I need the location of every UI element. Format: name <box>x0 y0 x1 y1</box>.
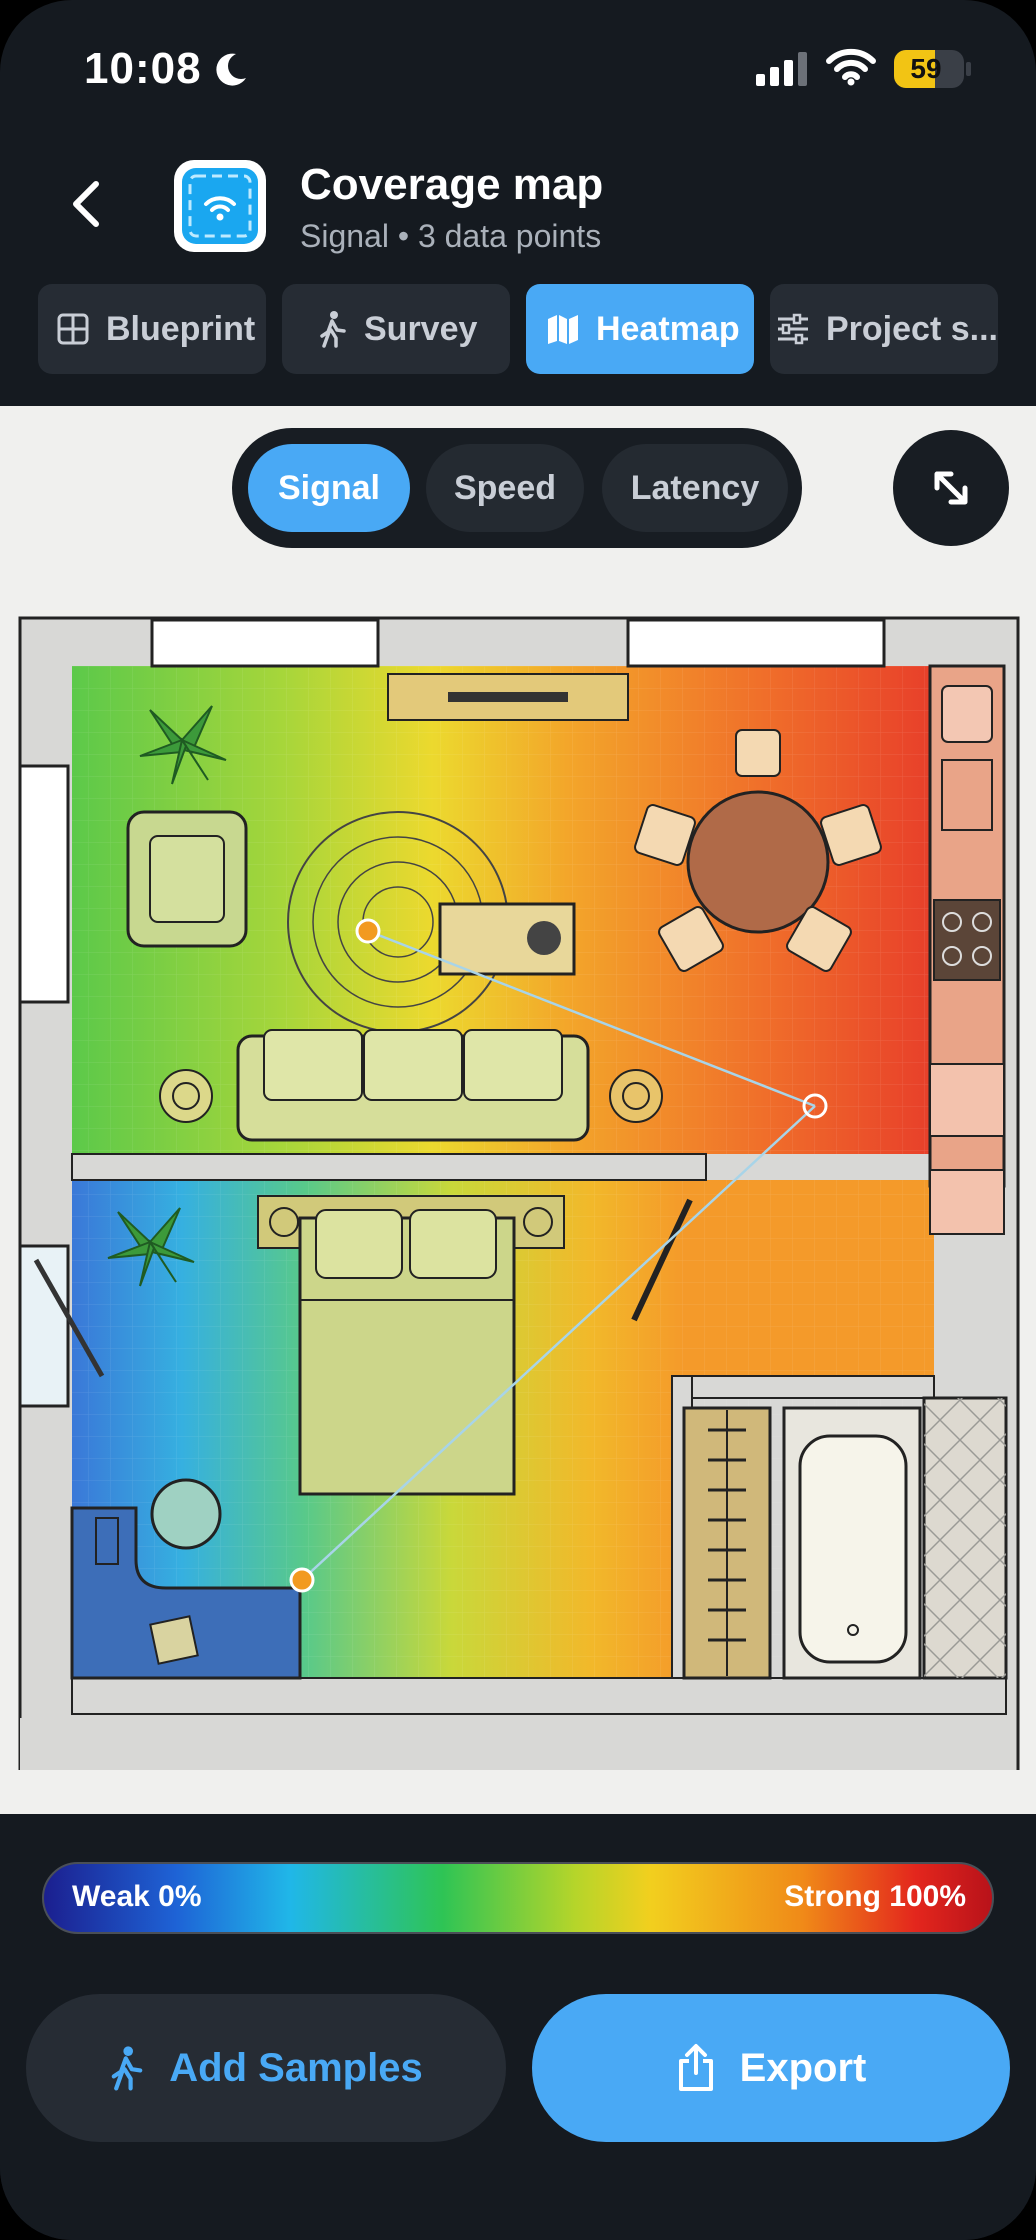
segment-signal[interactable]: Signal <box>248 444 410 532</box>
wifi-logo-icon <box>188 174 252 238</box>
tab-label: Survey <box>364 309 478 348</box>
legend-weak-label: Weak 0% <box>72 1880 202 1913</box>
cellular-signal-icon <box>756 52 807 86</box>
tab-label: Heatmap <box>596 309 740 348</box>
sample-point <box>289 1567 315 1593</box>
battery-icon: 59 <box>894 50 964 88</box>
legend-strong-label: Strong 100% <box>784 1880 966 1913</box>
tab-label: Project s... <box>826 309 998 348</box>
metric-segmented-control: Signal Speed Latency <box>232 428 802 548</box>
walk-icon <box>111 2046 143 2091</box>
app-logo <box>174 160 266 252</box>
segment-latency[interactable]: Latency <box>602 444 788 532</box>
sample-point <box>355 918 381 944</box>
status-bar: 10:08 59 <box>0 0 1036 120</box>
walk-icon <box>320 311 346 348</box>
tab-survey[interactable]: Survey <box>282 284 510 374</box>
status-time: 10:08 <box>84 44 202 93</box>
tab-blueprint[interactable]: Blueprint <box>38 284 266 374</box>
tab-heatmap[interactable]: Heatmap <box>526 284 754 374</box>
sliders-icon <box>778 313 808 345</box>
add-samples-label: Add Samples <box>169 2045 423 2090</box>
phone-screen: 10:08 59 Coverage map Signal • 3 data po… <box>0 0 1036 2240</box>
tab-label: Blueprint <box>106 309 256 348</box>
expand-arrows-icon <box>934 471 968 505</box>
fullscreen-button[interactable] <box>893 430 1009 546</box>
map-icon <box>548 315 578 344</box>
floor-plan-heatmap[interactable] <box>0 600 1036 1770</box>
page-subtitle: Signal • 3 data points <box>300 218 602 254</box>
tab-project-settings[interactable]: Project s... <box>770 284 998 374</box>
grid-icon <box>57 313 89 345</box>
battery-level: 59 <box>910 53 942 84</box>
export-label: Export <box>739 2045 867 2090</box>
signal-legend-bar: Weak 0% Strong 100% <box>42 1862 994 1934</box>
page-title: Coverage map <box>300 160 604 209</box>
moon-icon <box>216 53 246 86</box>
back-chevron-icon[interactable] <box>60 172 116 236</box>
wifi-icon <box>826 48 876 86</box>
segment-speed[interactable]: Speed <box>426 444 584 532</box>
add-samples-button[interactable]: Add Samples <box>26 1994 506 2142</box>
share-icon <box>678 2044 713 2091</box>
export-button[interactable]: Export <box>532 1994 1010 2142</box>
